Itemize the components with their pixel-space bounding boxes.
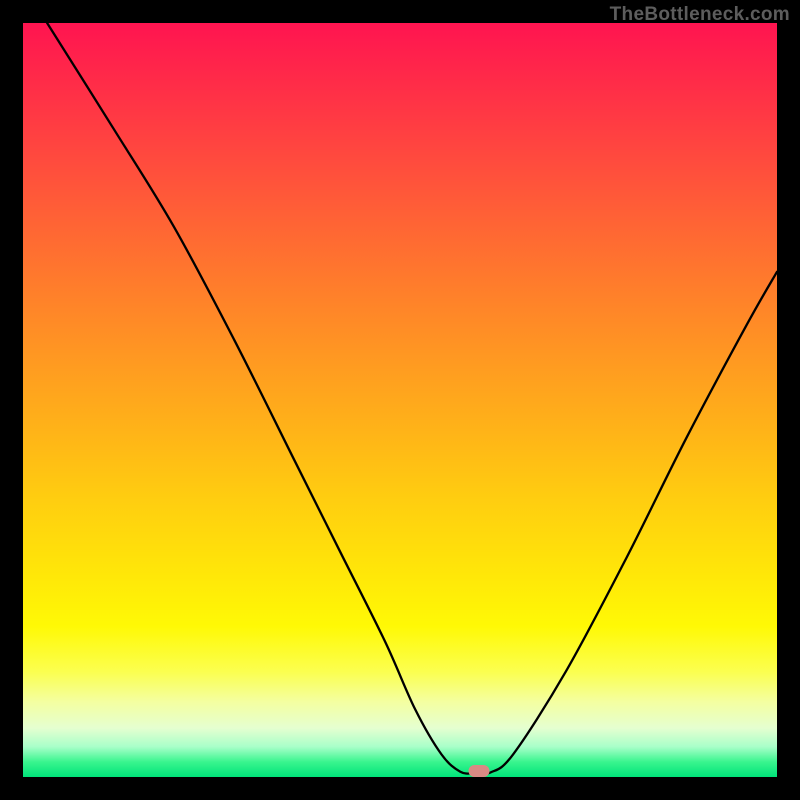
chart-root: TheBottleneck.com bbox=[0, 0, 800, 800]
bottleneck-curve bbox=[47, 23, 777, 774]
plot-area bbox=[23, 23, 777, 777]
bottleneck-curve-svg bbox=[23, 23, 777, 777]
watermark-text: TheBottleneck.com bbox=[610, 4, 790, 26]
optimal-marker bbox=[469, 765, 490, 777]
